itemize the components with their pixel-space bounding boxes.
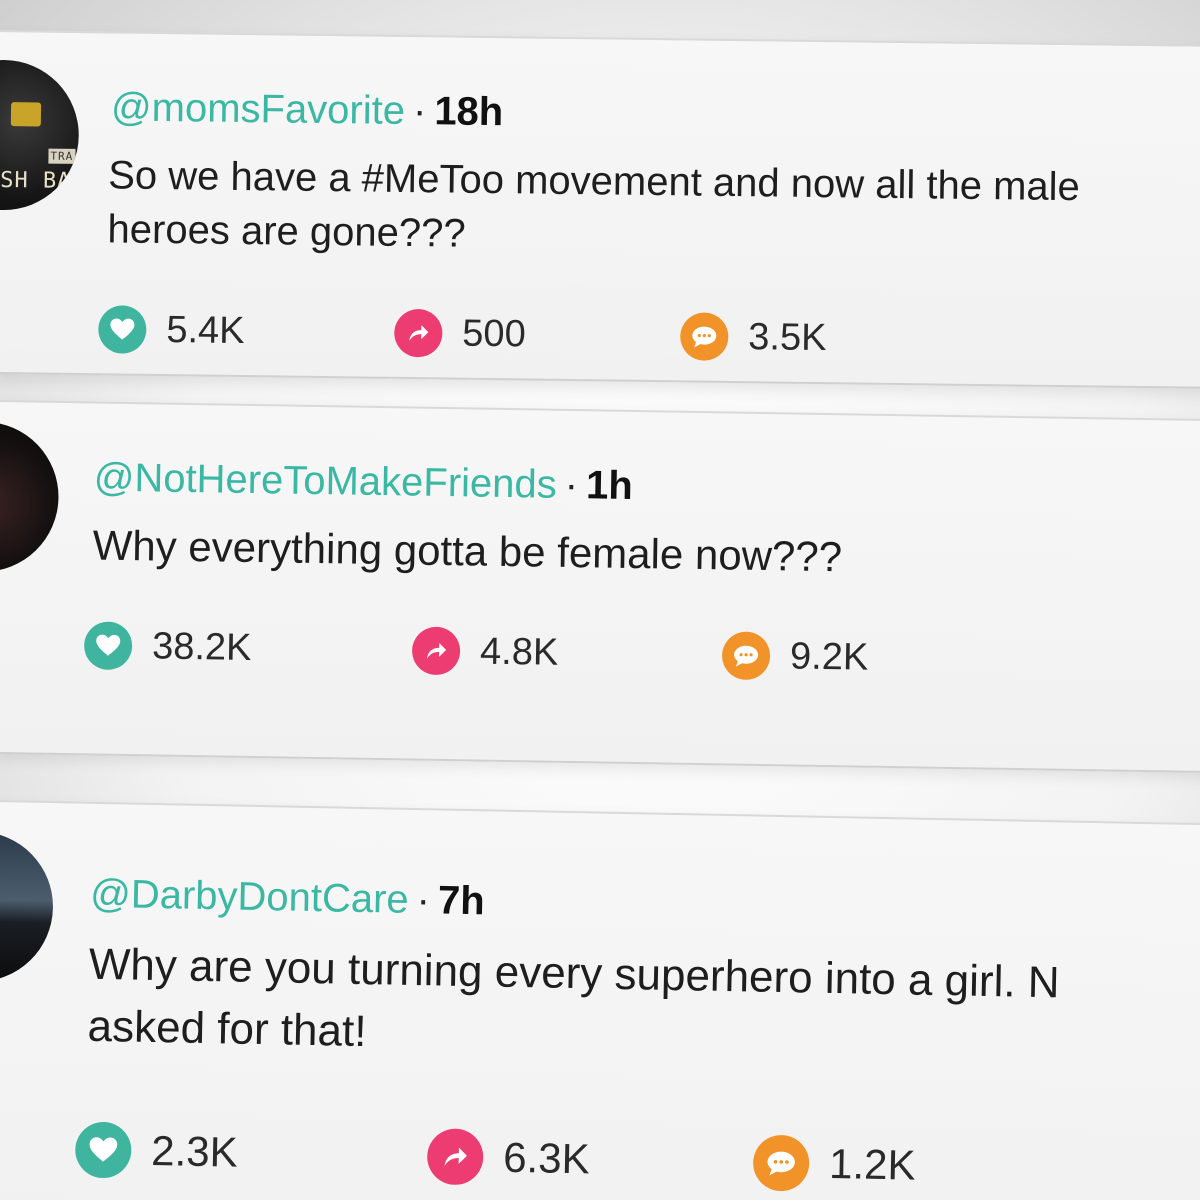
comment-button[interactable]: 3.5K	[680, 312, 827, 362]
user-handle[interactable]: @DarbyDontCare	[90, 872, 409, 922]
post-time: 18h	[434, 89, 504, 135]
heart-icon	[98, 305, 147, 354]
share-arrow-icon	[411, 626, 461, 676]
like-button[interactable]: 5.4K	[98, 305, 245, 355]
post-time: 7h	[437, 878, 486, 924]
avatar-sign-text: TRA	[48, 148, 76, 164]
comment-count: 3.5K	[748, 315, 827, 359]
heart-icon	[83, 621, 133, 671]
share-button[interactable]: 4.8K	[411, 626, 559, 677]
like-count: 5.4K	[166, 308, 245, 352]
post-stats: 2.3K 6.3K 1.2K	[74, 1121, 916, 1192]
avatar[interactable]	[0, 420, 60, 573]
heart-icon	[74, 1121, 132, 1179]
avatar[interactable]	[0, 830, 55, 984]
comment-bubble-icon	[680, 312, 729, 361]
share-count: 500	[462, 312, 526, 355]
avatar-badge	[10, 102, 42, 127]
share-button[interactable]: 500	[394, 308, 526, 359]
avatar-sign-text: SH BA	[0, 168, 72, 194]
share-arrow-icon	[394, 308, 443, 358]
post-text: Why everything gotta be female now???	[92, 518, 842, 584]
avatar[interactable]: SH BA TRA	[0, 59, 80, 211]
separator: ·	[564, 462, 579, 508]
post-stats: 38.2K 4.8K 9.2K	[83, 621, 869, 681]
comment-bubble-icon	[752, 1134, 810, 1192]
share-button[interactable]: 6.3K	[426, 1128, 591, 1187]
user-handle[interactable]: @NotHereToMakeFriends	[93, 455, 557, 506]
post-text: So we have a #MeToo movement and now all…	[107, 148, 1080, 268]
post-time: 1h	[585, 463, 634, 508]
post-header: @DarbyDontCare · 7h	[90, 872, 485, 925]
comment-count: 9.2K	[789, 634, 869, 679]
user-handle[interactable]: @momsFavorite	[111, 85, 406, 133]
post-header: @momsFavorite · 18h	[111, 85, 504, 135]
separator: ·	[412, 89, 427, 134]
post-card: SH BA TRA @momsFavorite · 18h So we have a…	[0, 30, 1200, 390]
post-card: @NotHereToMakeFriends · 1h Why everything …	[0, 400, 1200, 774]
like-count: 2.3K	[150, 1126, 239, 1176]
like-button[interactable]: 38.2K	[83, 621, 252, 672]
share-count: 4.8K	[479, 630, 559, 674]
comment-button[interactable]: 9.2K	[721, 631, 869, 681]
share-arrow-icon	[426, 1128, 484, 1186]
post-text: Why are you turning every superhero into…	[87, 934, 1060, 1077]
separator: ·	[416, 878, 431, 923]
post-text-line: Why everything gotta be female now???	[92, 521, 843, 581]
feed: SH BA TRA @momsFavorite · 18h So we have a…	[0, 0, 1200, 1200]
post-stats: 5.4K 500 3.5K	[98, 305, 827, 361]
post-header: @NotHereToMakeFriends · 1h	[93, 455, 633, 508]
like-button[interactable]: 2.3K	[74, 1121, 239, 1181]
comment-count: 1.2K	[828, 1139, 917, 1189]
like-count: 38.2K	[151, 624, 252, 669]
comment-button[interactable]: 1.2K	[752, 1134, 917, 1194]
post-card: @DarbyDontCare · 7h Why are you turning ev…	[0, 800, 1200, 1200]
share-count: 6.3K	[502, 1133, 591, 1183]
comment-bubble-icon	[721, 631, 771, 681]
